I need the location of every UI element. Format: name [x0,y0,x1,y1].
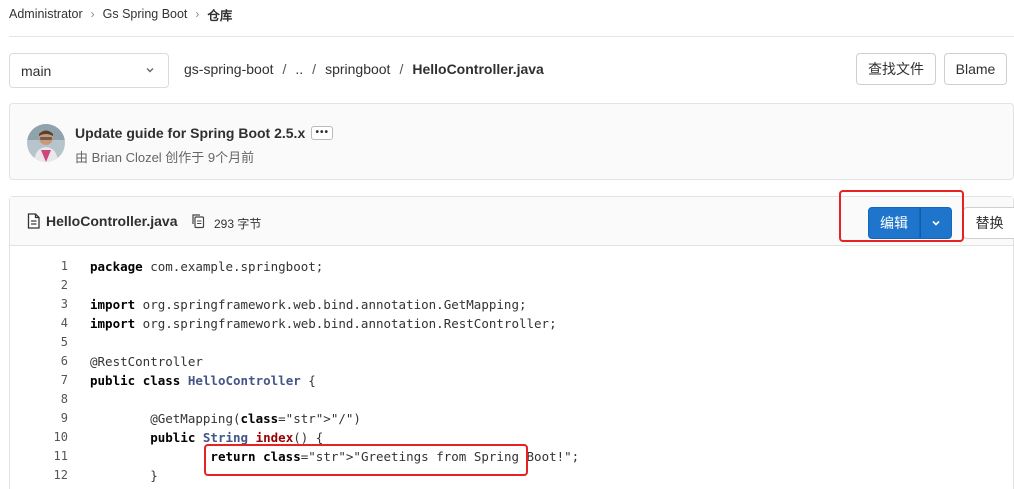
line-content: @GetMapping(class="str">"/") [90,411,361,426]
file-header: HelloController.java 293 字节 编辑 替换 [10,197,1014,246]
code-line: 9 @GetMapping(class="str">"/") [10,409,1013,428]
line-number[interactable]: 4 [10,314,68,333]
last-commit-panel: Update guide for Spring Boot 2.5.x ••• 由… [9,103,1014,180]
branch-selector[interactable]: main [9,53,169,88]
line-content: @RestController [90,354,203,369]
line-number[interactable]: 11 [10,447,68,466]
line-number[interactable]: 7 [10,371,68,390]
breadcrumb: Administrator › Gs Spring Boot › 仓库 [9,5,232,24]
line-content: import org.springframework.web.bind.anno… [90,297,527,312]
file-name: HelloController.java [46,213,178,229]
chevron-right-icon: › [90,7,95,21]
file-icon [27,213,40,229]
line-number[interactable]: 5 [10,333,68,352]
replace-button[interactable]: 替换 [963,207,1014,239]
chevron-down-icon [932,220,940,226]
copy-icon[interactable] [191,213,205,229]
edit-button[interactable]: 编辑 [868,207,920,239]
code-line: 8 [10,390,1013,409]
code-line: 7 public class HelloController { [10,371,1013,390]
chevron-right-icon: › [195,7,200,21]
line-content: } [90,468,158,483]
code-line: 1 package com.example.springboot; [10,257,1013,276]
line-number[interactable]: 1 [10,257,68,276]
commit-meta: 由 Brian Clozel 创作于 9个月前 [75,150,255,165]
file-size: 293 字节 [214,217,262,231]
code-line: 3 import org.springframework.web.bind.ann… [10,295,1013,314]
code-line: 4 import org.springframework.web.bind.ann… [10,314,1013,333]
line-number[interactable]: 10 [10,428,68,447]
code-line: 6 @RestController [10,352,1013,371]
find-file-button[interactable]: 查找文件 [856,53,936,85]
line-content: package com.example.springboot; [90,259,324,274]
divider [9,36,1014,37]
breadcrumb-item-repository[interactable]: 仓库 [207,5,232,24]
code-line: 5 [10,333,1013,352]
commit-message[interactable]: Update guide for Spring Boot 2.5.x [75,125,305,141]
line-content: return class="str">"Greetings from Sprin… [210,449,580,464]
path-segment-file: HelloController.java [412,61,544,77]
code-line: 12 } [10,466,1013,485]
commit-title: Update guide for Spring Boot 2.5.x ••• [75,125,334,141]
path-segment-parent[interactable]: .. [295,61,303,77]
code-line: 10 public String index() { [10,428,1013,447]
file-viewer: HelloController.java 293 字节 编辑 替换 1 packa… [9,196,1014,489]
code-line: 2 [10,276,1013,295]
line-content: public String index() { [150,430,324,445]
line-number[interactable]: 3 [10,295,68,314]
file-path: gs-spring-boot / .. / springboot / Hello… [184,61,544,77]
path-segment-folder[interactable]: springboot [325,61,390,77]
edit-dropdown-toggle[interactable] [920,207,952,239]
path-segment-project[interactable]: gs-spring-boot [184,61,274,77]
line-number[interactable]: 6 [10,352,68,371]
breadcrumb-item-administrator[interactable]: Administrator [9,7,83,21]
breadcrumb-item-project[interactable]: Gs Spring Boot [103,7,188,21]
avatar[interactable] [27,124,65,162]
chevron-down-icon [146,68,154,73]
code-view: 1 package com.example.springboot; 2 3 import… [10,257,1013,485]
line-number[interactable]: 8 [10,390,68,409]
commit-expand-button[interactable]: ••• [311,126,334,140]
line-number[interactable]: 9 [10,409,68,428]
blame-button[interactable]: Blame [944,53,1007,85]
line-content: import org.springframework.web.bind.anno… [90,316,557,331]
line-number[interactable]: 2 [10,276,68,295]
code-line: 11 return class="str">"Greetings from Sp… [10,447,1013,466]
line-number[interactable]: 12 [10,466,68,485]
branch-name: main [21,62,52,79]
line-content: public class HelloController { [90,373,316,388]
